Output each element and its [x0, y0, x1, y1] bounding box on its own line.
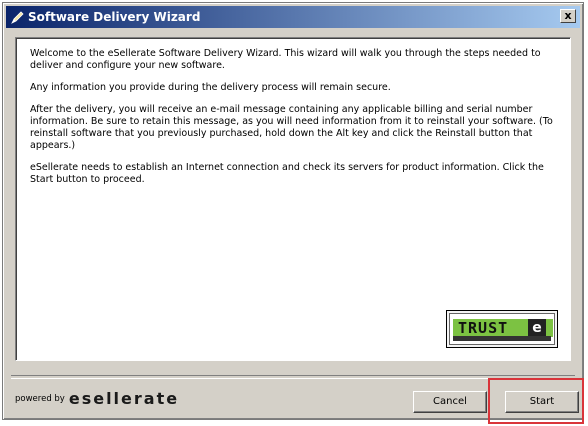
- connection-paragraph: eSellerate needs to establish an Interne…: [30, 162, 544, 185]
- welcome-paragraph: Welcome to the eSellerate Software Deliv…: [30, 48, 541, 71]
- wizard-window: Software Delivery Wizard x Welcome to th…: [2, 2, 584, 420]
- esellerate-brand: esellerate: [68, 389, 180, 408]
- powered-by-logo: powered by esellerate: [15, 389, 179, 408]
- welcome-panel: Welcome to the eSellerate Software Deliv…: [15, 37, 571, 361]
- powered-by-label: powered by: [15, 393, 65, 404]
- trust-badge-logo: TRUST e: [446, 310, 558, 348]
- close-button[interactable]: x: [560, 9, 576, 23]
- security-paragraph: Any information you provide during the d…: [30, 82, 391, 93]
- window-title: Software Delivery Wizard: [28, 10, 201, 24]
- close-icon: x: [564, 9, 572, 22]
- start-button[interactable]: Start: [505, 391, 579, 413]
- trust-badge-mark: e: [528, 319, 546, 337]
- footer-divider: [11, 375, 575, 379]
- email-info-paragraph: After the delivery, you will receive an …: [30, 104, 553, 151]
- title-bar[interactable]: Software Delivery Wizard x: [6, 6, 580, 28]
- cancel-button[interactable]: Cancel: [413, 391, 487, 413]
- trust-badge-word: TRUST: [458, 319, 509, 337]
- pencil-icon: [10, 10, 24, 24]
